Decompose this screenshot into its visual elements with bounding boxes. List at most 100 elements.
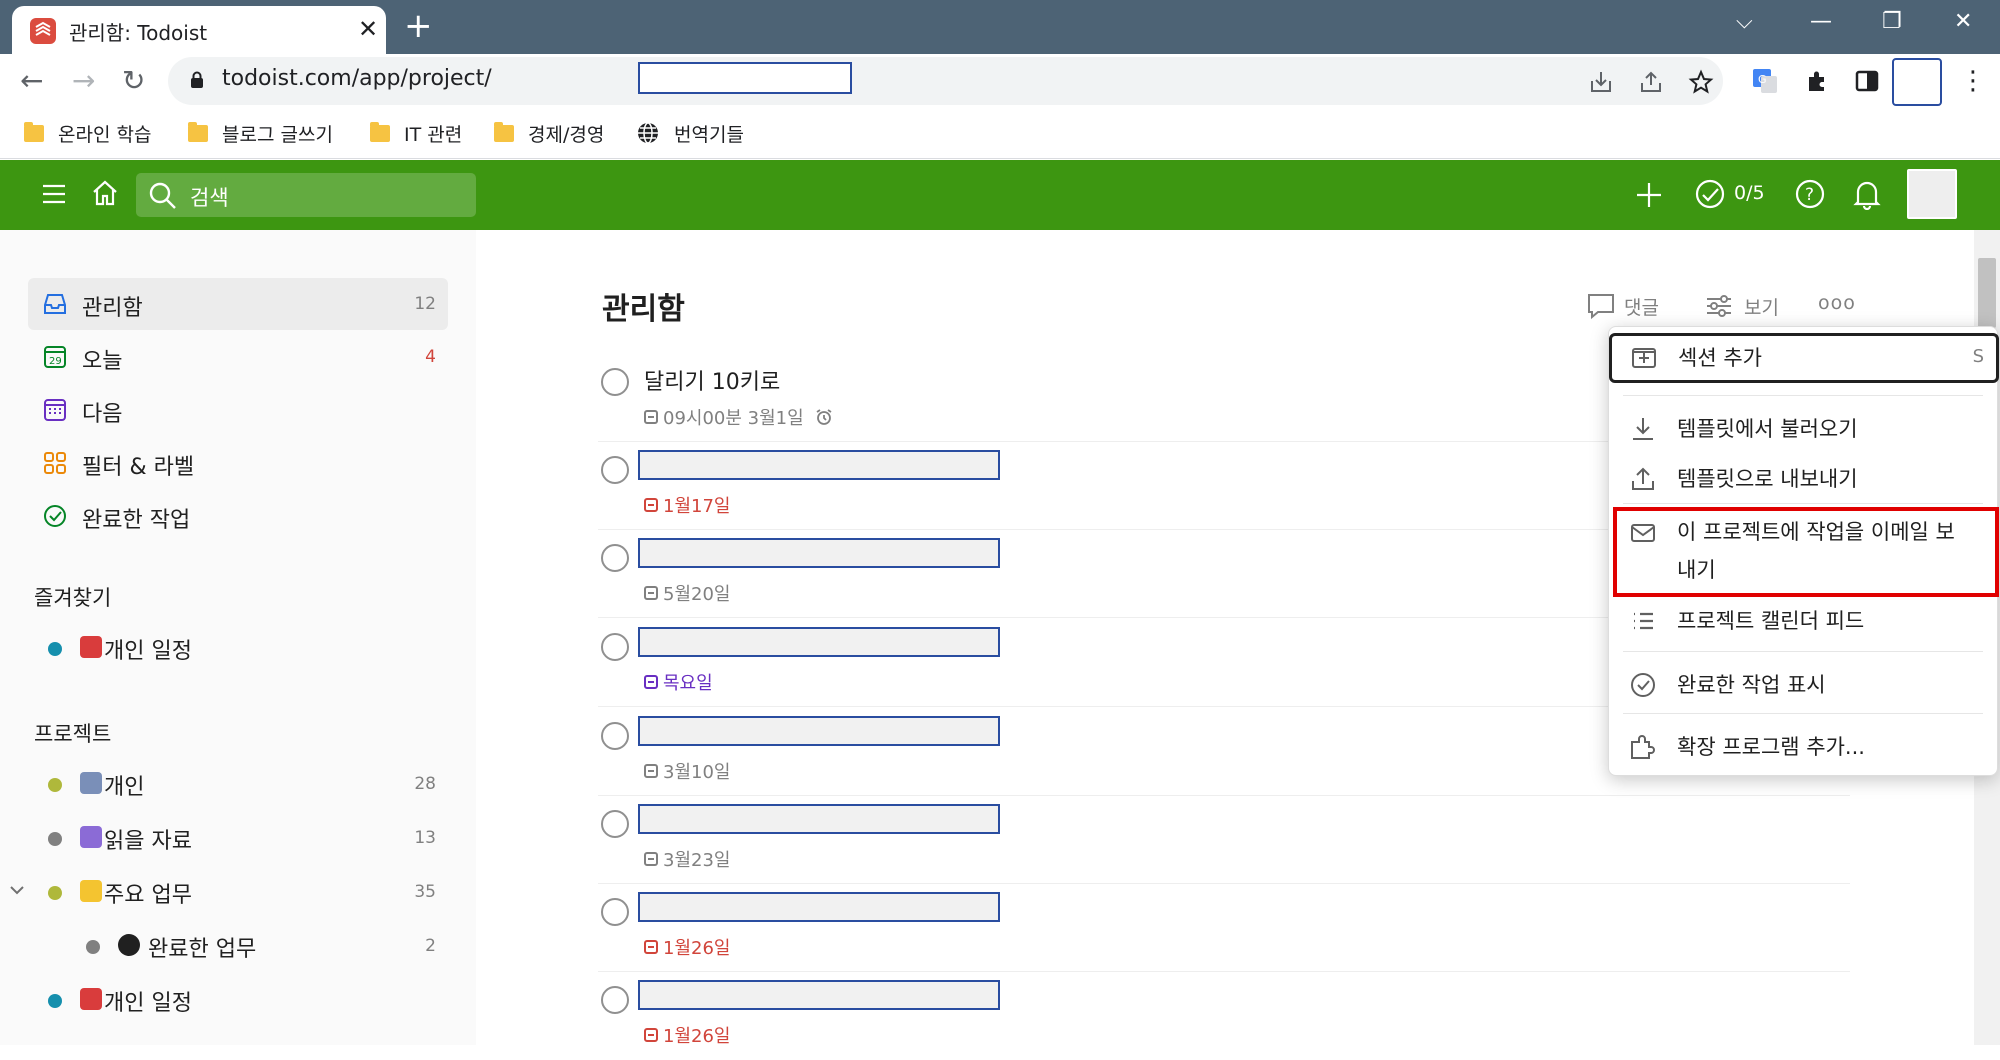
task-title-redacted[interactable] <box>638 716 1000 746</box>
sidebar-item-count: 28 <box>414 774 436 794</box>
menu-item-add-extension[interactable]: 확장 프로그램 추가... <box>1609 723 1997 771</box>
task-due-date[interactable]: 1월26일 <box>644 934 730 960</box>
task-due-date[interactable]: 1월17일 <box>644 492 730 518</box>
sidebar-project-reading[interactable]: 읽을 자료 13 <box>28 812 448 864</box>
task-checkbox[interactable] <box>601 633 629 661</box>
karma-count[interactable]: 0/5 <box>1734 182 1765 204</box>
sidebar-project-personal-schedule[interactable]: 개인 일정 <box>28 974 448 1026</box>
address-bar[interactable]: todoist.com/app/project/ <box>168 57 1723 105</box>
sidebar-item-upcoming[interactable]: 다음 <box>28 384 448 436</box>
task-row[interactable]: 1월26일 <box>598 972 1850 1060</box>
task-title-redacted[interactable] <box>638 892 1000 922</box>
menu-icon[interactable] <box>40 180 68 208</box>
tab-search-icon[interactable]: ⌵ <box>1736 8 1753 36</box>
tab-close-icon[interactable]: ✕ <box>358 15 378 43</box>
favorites-heading[interactable]: 즐겨찾기 <box>34 582 111 612</box>
calendar-icon <box>644 764 658 778</box>
menu-item-export-template[interactable]: 템플릿으로 내보내기 <box>1609 455 1997 503</box>
menu-item-email-tasks[interactable]: 이 프로젝트에 작업을 이메일 보 내기 <box>1613 507 1999 597</box>
side-panel-icon[interactable] <box>1854 68 1880 94</box>
install-app-icon[interactable] <box>1588 69 1614 95</box>
google-translate-icon[interactable]: G <box>1752 68 1778 94</box>
task-due-date[interactable]: 5월20일 <box>644 580 730 606</box>
chevron-down-icon[interactable] <box>8 884 26 898</box>
scrollbar-thumb[interactable] <box>1978 258 1996 328</box>
menu-item-import-template[interactable]: 템플릿에서 불러오기 <box>1609 405 1997 453</box>
task-row[interactable]: 1월26일 <box>598 884 1850 972</box>
browser-menu-icon[interactable]: ⋮ <box>1960 66 1986 96</box>
bookmark-folder[interactable]: 온라인 학습 <box>24 117 151 149</box>
profile-avatar[interactable] <box>1892 58 1942 106</box>
task-checkbox[interactable] <box>601 810 629 838</box>
browser-toolbar: ← → ↻ todoist.com/app/project/ G ⋮ <box>0 54 2000 109</box>
menu-item-calendar-feed[interactable]: 프로젝트 캘린더 피드 <box>1609 597 1997 645</box>
menu-divider <box>1623 713 1983 714</box>
task-title-redacted[interactable] <box>638 450 1000 480</box>
bookmark-folder[interactable]: IT 관련 <box>370 117 462 149</box>
productivity-icon[interactable] <box>1694 178 1726 210</box>
bookmark-link[interactable]: 번역기들 <box>636 117 744 149</box>
lock-icon <box>191 71 203 88</box>
comments-button[interactable]: 댓글 <box>1586 292 1659 320</box>
sidebar-item-filters-labels[interactable]: 필터 & 라벨 <box>28 437 448 489</box>
task-due-date[interactable]: 09시00분 3월1일 <box>644 404 834 430</box>
quick-add-icon[interactable] <box>1634 180 1664 210</box>
task-title-redacted[interactable] <box>638 980 1000 1010</box>
task-checkbox[interactable] <box>601 368 629 396</box>
sidebar-project-completed-work[interactable]: 완료한 업무 2 <box>72 920 448 972</box>
bookmark-star-icon[interactable] <box>1688 69 1714 95</box>
task-due-date[interactable]: 1월26일 <box>644 1022 730 1048</box>
minimize-icon[interactable]: — <box>1810 8 1832 36</box>
menu-item-label: 이 프로젝트에 작업을 이메일 보 <box>1677 520 1955 544</box>
task-checkbox[interactable] <box>601 544 629 572</box>
view-button[interactable]: 보기 <box>1704 292 1779 320</box>
sidebar-project-main-work[interactable]: 주요 업무 35 <box>28 866 448 918</box>
task-title[interactable]: 달리기 10키로 <box>644 364 780 396</box>
sidebar-item-inbox[interactable]: 관리함 12 <box>28 278 448 330</box>
more-options-button[interactable]: ooo <box>1818 292 1856 314</box>
bookmark-folder[interactable]: 경제/경영 <box>494 117 604 149</box>
search-input[interactable]: 검색 <box>136 173 476 217</box>
task-title-redacted[interactable] <box>638 538 1000 568</box>
task-checkbox[interactable] <box>601 986 629 1014</box>
sidebar-item-today[interactable]: 29 오늘 4 <box>28 331 448 383</box>
home-icon[interactable] <box>90 178 120 208</box>
task-due-date[interactable]: 목요일 <box>644 669 713 695</box>
bookmark-label: 경제/경영 <box>528 123 605 146</box>
new-tab-button[interactable]: + <box>404 7 433 45</box>
extensions-puzzle-icon[interactable] <box>1804 68 1830 94</box>
menu-item-add-section[interactable]: 섹션 추가 S <box>1609 333 1999 383</box>
restore-icon[interactable]: ❐ <box>1882 8 1902 36</box>
window-close-icon[interactable]: ✕ <box>1954 8 1972 36</box>
folder-icon <box>188 121 208 142</box>
calendar-icon <box>644 940 658 954</box>
sidebar-project-personal[interactable]: 개인 28 <box>28 758 448 810</box>
share-icon[interactable] <box>1638 69 1664 95</box>
task-row[interactable]: 3월23일 <box>598 796 1850 884</box>
menu-item-label: 섹션 추가 <box>1678 346 1762 370</box>
menu-item-show-completed[interactable]: 완료한 작업 표시 <box>1609 661 1997 709</box>
help-icon[interactable]: ? <box>1794 178 1826 210</box>
notifications-bell-icon[interactable] <box>1852 178 1882 210</box>
back-icon[interactable]: ← <box>20 66 43 96</box>
task-due-date[interactable]: 3월10일 <box>644 758 730 784</box>
project-color-dot <box>48 832 62 846</box>
task-checkbox[interactable] <box>601 456 629 484</box>
browser-tab[interactable]: 관리함: Todoist ✕ <box>12 6 386 54</box>
reload-icon[interactable]: ↻ <box>122 66 145 96</box>
url-text: todoist.com/app/project/ <box>222 66 492 91</box>
sidebar-item-completed[interactable]: 완료한 작업 <box>28 490 448 542</box>
user-avatar[interactable] <box>1907 169 1957 219</box>
sidebar-favorite-personal-schedule[interactable]: 개인 일정 <box>28 622 448 674</box>
task-checkbox[interactable] <box>601 898 629 926</box>
task-due-date[interactable]: 3월23일 <box>644 846 730 872</box>
bomb-emoji-icon <box>118 934 140 956</box>
filters-grid-icon <box>44 452 66 474</box>
task-checkbox[interactable] <box>601 722 629 750</box>
forward-icon[interactable]: → <box>72 66 95 96</box>
task-title-redacted[interactable] <box>638 627 1000 657</box>
bookmark-folder[interactable]: 블로그 글쓰기 <box>188 117 333 149</box>
svg-text:?: ? <box>1805 185 1814 205</box>
projects-heading[interactable]: 프로젝트 <box>34 718 111 748</box>
task-title-redacted[interactable] <box>638 804 1000 834</box>
